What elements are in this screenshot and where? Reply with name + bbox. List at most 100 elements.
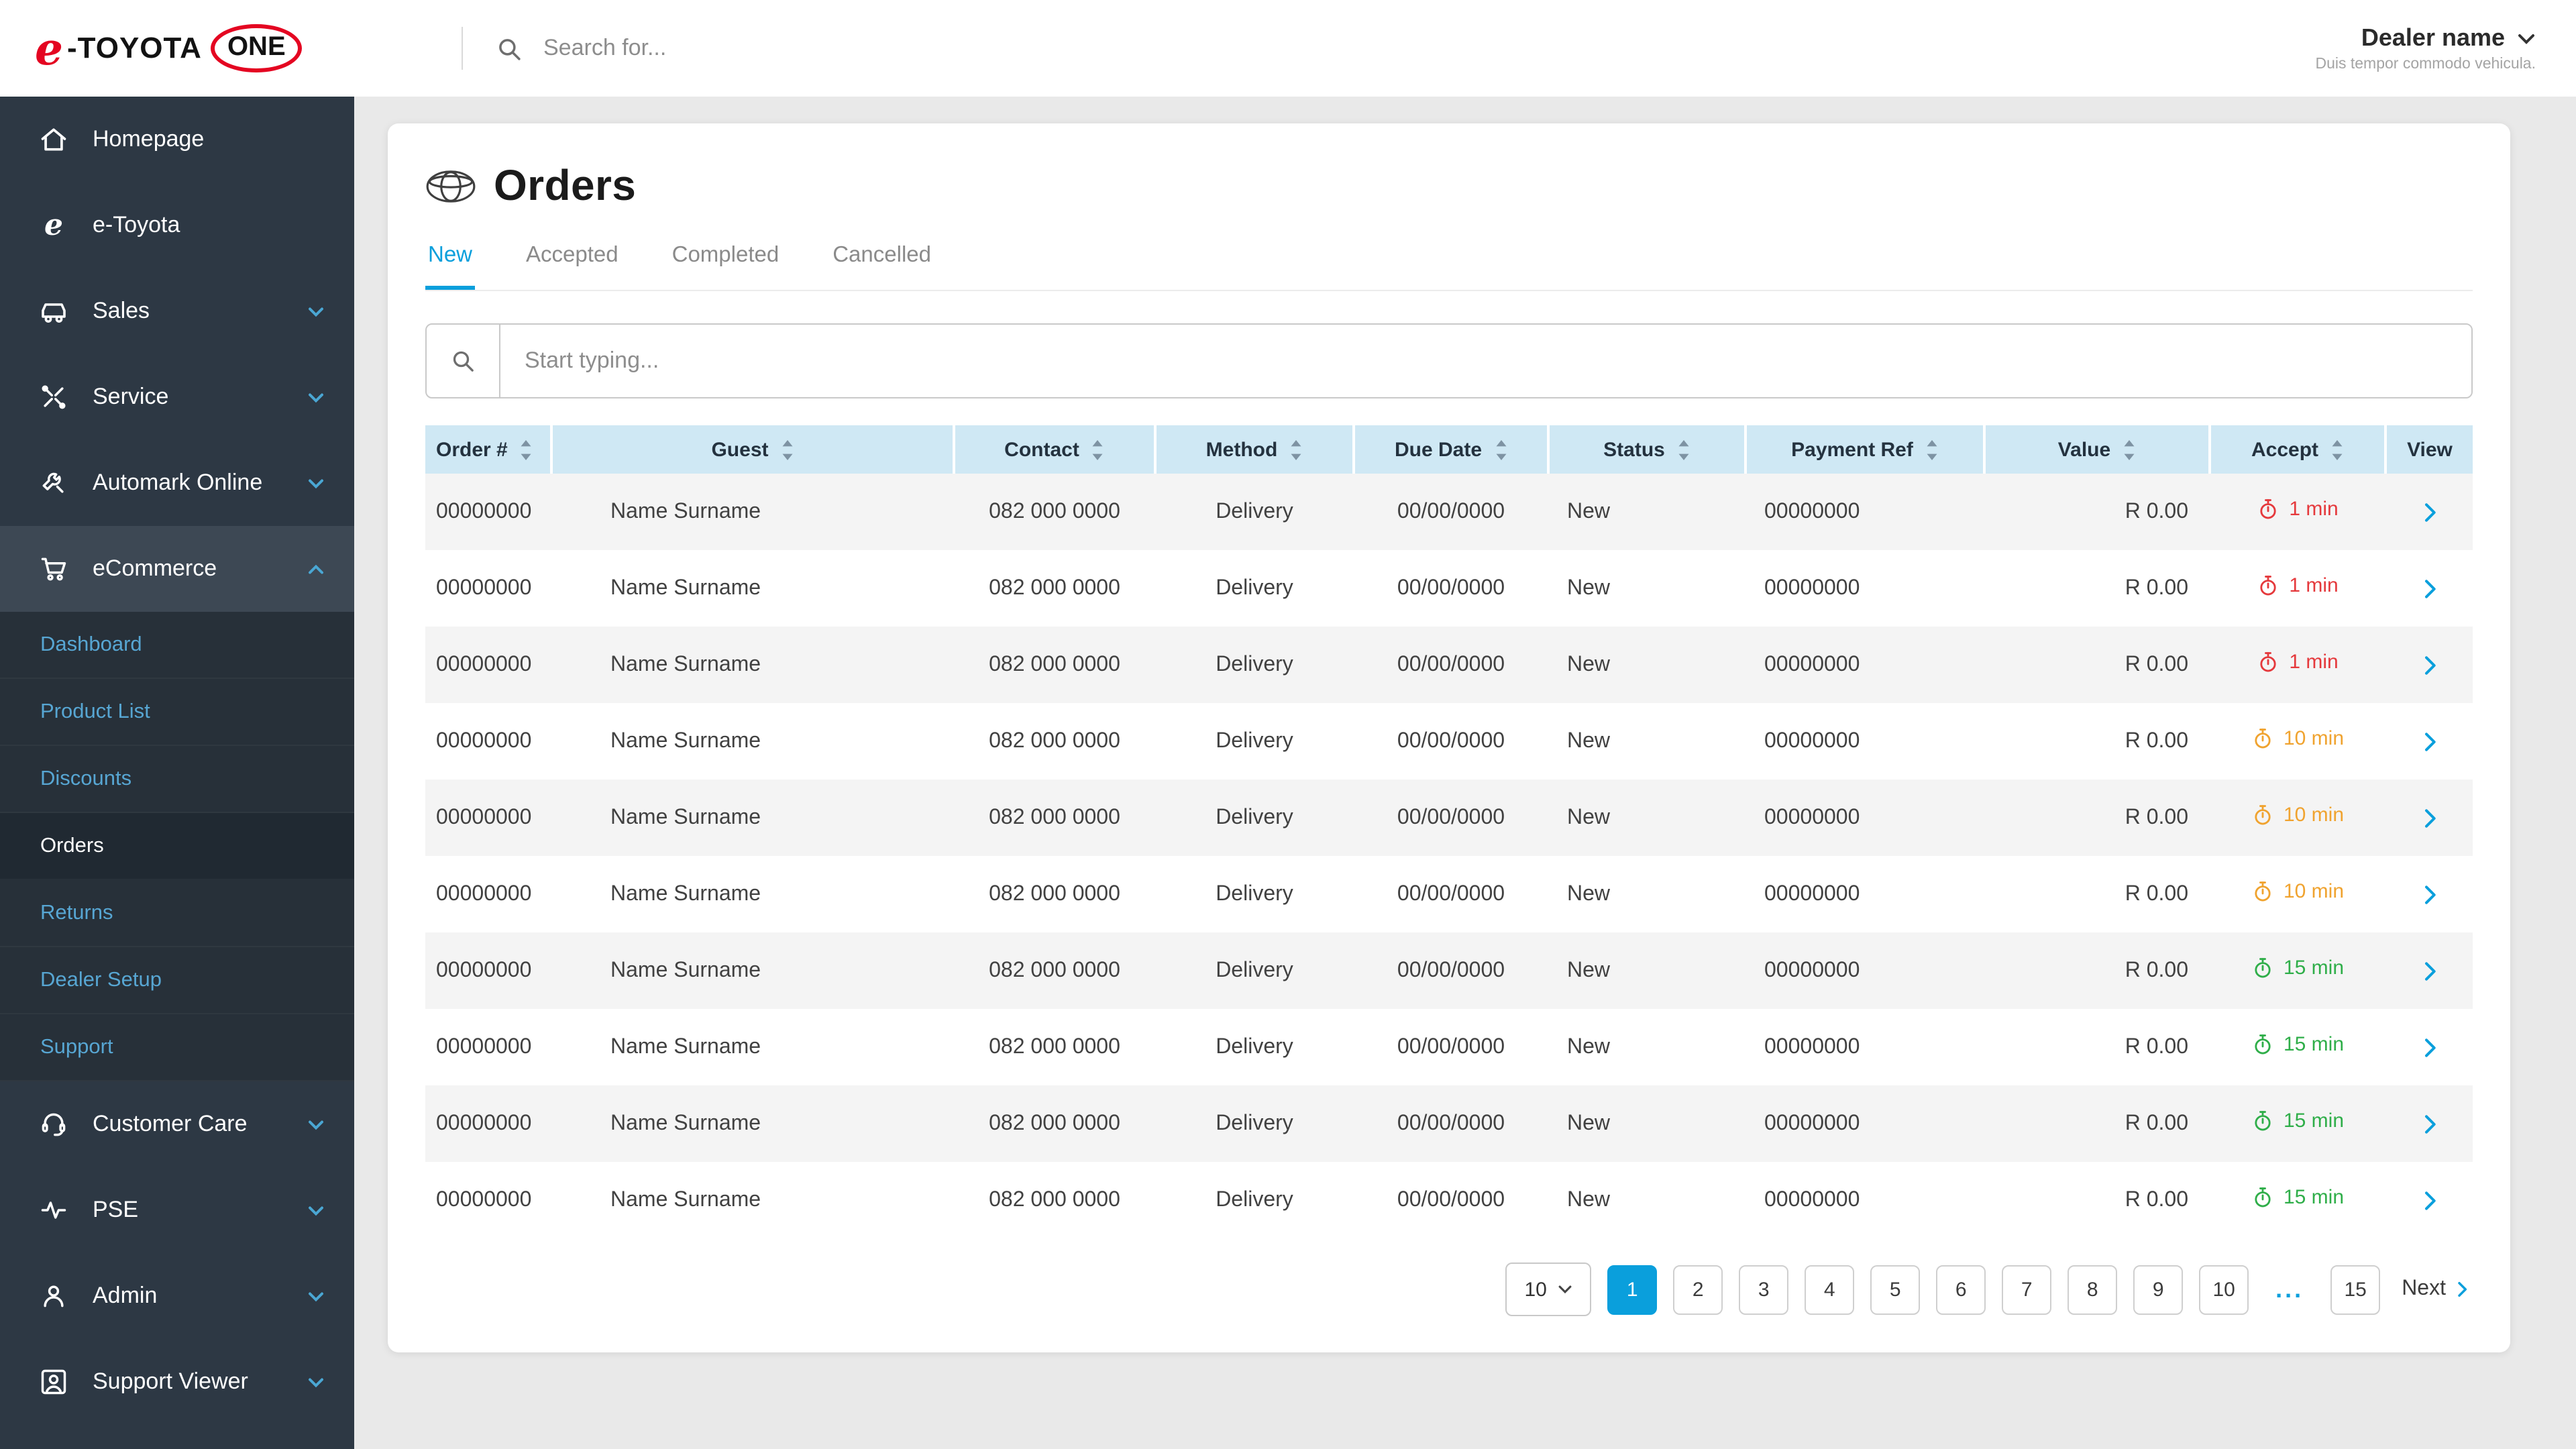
tab-new[interactable]: New — [425, 232, 476, 290]
due-date-cell: 00/00/0000 — [1397, 959, 1505, 981]
accept-cell: 15 min — [2210, 1085, 2385, 1162]
cart-icon — [38, 553, 70, 585]
view-order-button[interactable] — [2409, 645, 2449, 685]
tab-accepted[interactable]: Accepted — [523, 232, 621, 290]
method-cell: Delivery — [1216, 959, 1293, 981]
chevron-down-icon — [307, 305, 325, 317]
pagination-ellipsis[interactable]: ... — [2265, 1265, 2314, 1314]
view-order-button[interactable] — [2409, 951, 2449, 991]
view-order-button[interactable] — [2409, 721, 2449, 761]
view-order-button[interactable] — [2409, 492, 2449, 532]
page-button-2[interactable]: 2 — [1673, 1265, 1723, 1314]
sidebar-item-e-toyota[interactable]: e e-Toyota — [0, 182, 354, 268]
column-header-accept[interactable]: Accept — [2210, 425, 2387, 474]
column-header-order-number[interactable]: Order # — [425, 425, 553, 474]
sidebar-item-customer-care[interactable]: Customer Care — [0, 1081, 354, 1167]
page-title-row: Orders — [425, 161, 2473, 211]
page-button-5[interactable]: 5 — [1870, 1265, 1921, 1314]
car-icon — [38, 295, 70, 327]
column-header-contact[interactable]: Contact — [954, 425, 1157, 474]
guest-cell: Name Surname — [610, 500, 761, 523]
page-button-4[interactable]: 4 — [1805, 1265, 1855, 1314]
page-size-select[interactable]: 10 — [1505, 1263, 1592, 1316]
sidebar-item-dealer-setup[interactable]: Dealer Setup — [0, 947, 354, 1014]
guest-cell: Name Surname — [610, 1188, 761, 1211]
sidebar-item-discounts[interactable]: Discounts — [0, 746, 354, 813]
column-header-value[interactable]: Value — [1984, 425, 2211, 474]
guest-cell: Name Surname — [610, 1112, 761, 1134]
order-number-cell: 00000000 — [436, 1112, 532, 1134]
sort-icon — [1927, 439, 1937, 460]
view-order-button[interactable] — [2409, 1180, 2449, 1220]
logo-toyota: -TOYOTA — [67, 31, 202, 64]
sidebar-item-returns[interactable]: Returns — [0, 880, 354, 947]
app-header: e -TOYOTA ONE Dealer name Duis tempor co… — [0, 0, 2576, 97]
next-page-button[interactable]: Next — [2402, 1277, 2473, 1301]
logo-one: ONE — [211, 24, 302, 72]
sidebar-item-label: Customer Care — [93, 1111, 248, 1136]
sidebar-item-ecommerce[interactable]: eCommerce — [0, 526, 354, 612]
method-cell: Delivery — [1216, 1112, 1293, 1134]
chevron-right-icon — [2424, 1114, 2435, 1133]
orders-filter-input[interactable] — [500, 325, 2471, 397]
page-button-9[interactable]: 9 — [2133, 1265, 2184, 1314]
global-search-input[interactable] — [541, 34, 1110, 63]
view-order-button[interactable] — [2409, 568, 2449, 608]
table-row: 00000000 Name Surname 082 000 0000 Deliv… — [425, 932, 2473, 1009]
sidebar-item-homepage[interactable]: Homepage — [0, 97, 354, 182]
payment-ref-cell: 00000000 — [1764, 729, 1860, 752]
chevron-down-icon — [307, 1290, 325, 1302]
view-order-button[interactable] — [2409, 1104, 2449, 1144]
page-button-8[interactable]: 8 — [2068, 1265, 2118, 1314]
sidebar-item-support-viewer[interactable]: Support Viewer — [0, 1339, 354, 1425]
sidebar-item-support[interactable]: Support — [0, 1014, 354, 1081]
column-header-payment-ref[interactable]: Payment Ref — [1746, 425, 1986, 474]
column-header-guest[interactable]: Guest — [551, 425, 955, 474]
view-order-button[interactable] — [2409, 874, 2449, 914]
page-button-7[interactable]: 7 — [2002, 1265, 2052, 1314]
page-button-3[interactable]: 3 — [1739, 1265, 1789, 1314]
view-cell — [2385, 627, 2473, 703]
due-date-cell: 00/00/0000 — [1397, 653, 1505, 676]
e-toyota-icon: e — [44, 208, 63, 243]
page-button-1[interactable]: 1 — [1607, 1265, 1658, 1314]
page-button-10[interactable]: 10 — [2199, 1265, 2249, 1314]
chevron-down-icon — [307, 477, 325, 489]
sidebar-item-dashboard[interactable]: Dashboard — [0, 612, 354, 679]
tab-completed[interactable]: Completed — [669, 232, 782, 290]
dealer-menu[interactable]: Dealer name Duis tempor commodo vehicula… — [2315, 24, 2536, 72]
sidebar-item-pse[interactable]: PSE — [0, 1167, 354, 1253]
page-button-6[interactable]: 6 — [1936, 1265, 1986, 1314]
order-number-cell: 00000000 — [436, 806, 532, 828]
app-window: e -TOYOTA ONE Dealer name Duis tempor co… — [0, 0, 2576, 1449]
sidebar-item-orders[interactable]: Orders — [0, 813, 354, 880]
column-header-due-date[interactable]: Due Date — [1354, 425, 1550, 474]
method-cell: Delivery — [1216, 1188, 1293, 1211]
view-order-button[interactable] — [2409, 1027, 2449, 1067]
sidebar-item-automark-online[interactable]: Automark Online — [0, 440, 354, 526]
sidebar-item-sales[interactable]: Sales — [0, 268, 354, 354]
view-cell — [2385, 780, 2473, 856]
sidebar-item-service[interactable]: Service — [0, 354, 354, 440]
contact-cell: 082 000 0000 — [989, 576, 1120, 599]
sidebar-item-label: Sales — [93, 298, 150, 323]
view-cell — [2385, 1162, 2473, 1238]
column-header-method[interactable]: Method — [1155, 425, 1355, 474]
page-button-15[interactable]: 15 — [2330, 1265, 2381, 1314]
order-number-cell: 00000000 — [436, 959, 532, 981]
sort-icon — [2124, 439, 2135, 460]
sidebar-item-label: Admin — [93, 1283, 158, 1308]
tab-cancelled[interactable]: Cancelled — [830, 232, 934, 290]
view-cell — [2385, 856, 2473, 932]
table-row: 00000000 Name Surname 082 000 0000 Deliv… — [425, 550, 2473, 627]
accept-badge: 15 min — [2251, 1185, 2344, 1208]
value-cell: R 0.00 — [2125, 959, 2188, 981]
column-header-status[interactable]: Status — [1548, 425, 1747, 474]
accept-cell: 1 min — [2210, 550, 2385, 627]
view-order-button[interactable] — [2409, 798, 2449, 838]
chevron-right-icon — [2458, 1281, 2467, 1297]
sidebar-item-product-list[interactable]: Product List — [0, 679, 354, 746]
accept-cell: 15 min — [2210, 1009, 2385, 1085]
view-cell — [2385, 1009, 2473, 1085]
sidebar-item-admin[interactable]: Admin — [0, 1253, 354, 1339]
